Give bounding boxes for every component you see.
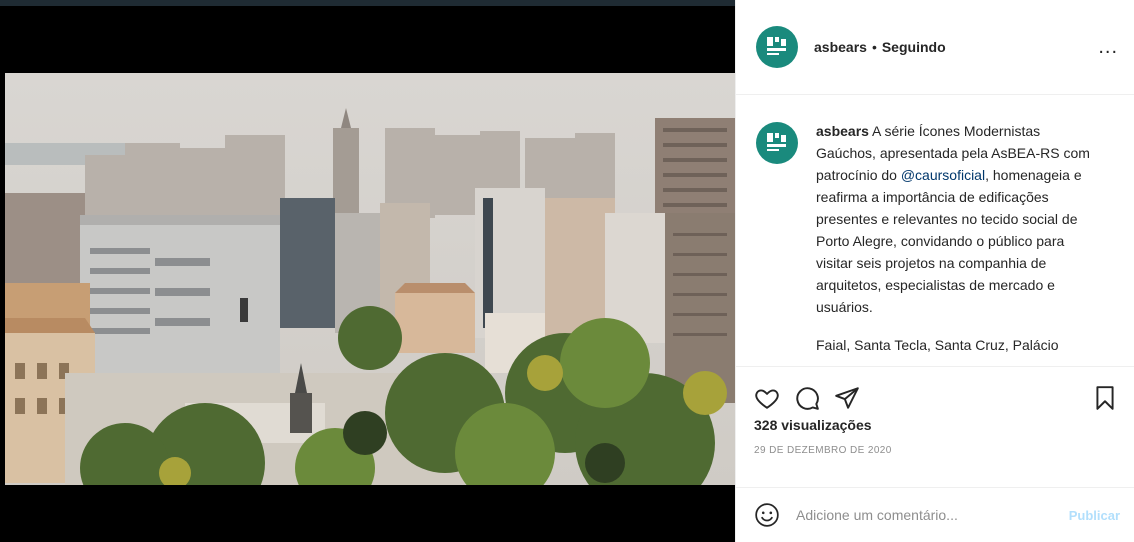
- comment-bar: Publicar: [736, 487, 1134, 542]
- caption-paragraph: Faial, Santa Tecla, Santa Cruz, Palácio: [816, 337, 1059, 353]
- header-meta: asbears • Seguindo: [814, 39, 1098, 55]
- follow-status-button[interactable]: Seguindo: [882, 39, 946, 55]
- mention-link[interactable]: @caursoficial: [901, 167, 985, 183]
- city-video-frame: [5, 73, 735, 485]
- caption-avatar[interactable]: [756, 122, 798, 164]
- action-row: [736, 367, 1134, 411]
- top-strip: [0, 0, 735, 6]
- asbea-logo-icon: [767, 37, 786, 55]
- post-header: asbears • Seguindo ...: [736, 0, 1134, 95]
- view-count[interactable]: 328 visualizações: [754, 417, 1116, 433]
- emoji-icon[interactable]: [754, 502, 780, 528]
- caption-text-part: , homenageia e reafirma a importância de…: [816, 167, 1082, 315]
- more-options-icon[interactable]: ...: [1098, 37, 1118, 57]
- heart-icon[interactable]: [754, 385, 780, 411]
- separator-dot: •: [871, 39, 877, 55]
- comment-icon[interactable]: [794, 385, 820, 411]
- post-details-panel: asbears • Seguindo ... asbears A série Í…: [735, 0, 1134, 542]
- username[interactable]: asbears: [814, 39, 867, 55]
- caption-text: asbears A série Ícones Modernistas Gaúch…: [816, 120, 1096, 366]
- share-icon[interactable]: [834, 385, 860, 411]
- video-player[interactable]: [5, 73, 735, 485]
- publish-button[interactable]: Publicar: [1069, 508, 1120, 523]
- actions-section: 328 visualizações 29 DE DEZEMBRO DE 2020: [736, 366, 1134, 487]
- caption-paragraph: asbears A série Ícones Modernistas Gaúch…: [816, 120, 1096, 318]
- asbea-logo-icon: [767, 133, 786, 151]
- bookmark-icon[interactable]: [1092, 385, 1118, 411]
- post-date[interactable]: 29 DE DEZEMBRO DE 2020: [754, 445, 1116, 456]
- post-media: [0, 0, 735, 542]
- caption-username[interactable]: asbears: [816, 123, 869, 139]
- avatar[interactable]: [756, 26, 798, 68]
- caption-area: asbears A série Ícones Modernistas Gaúch…: [736, 96, 1134, 366]
- comment-input[interactable]: [794, 506, 1069, 524]
